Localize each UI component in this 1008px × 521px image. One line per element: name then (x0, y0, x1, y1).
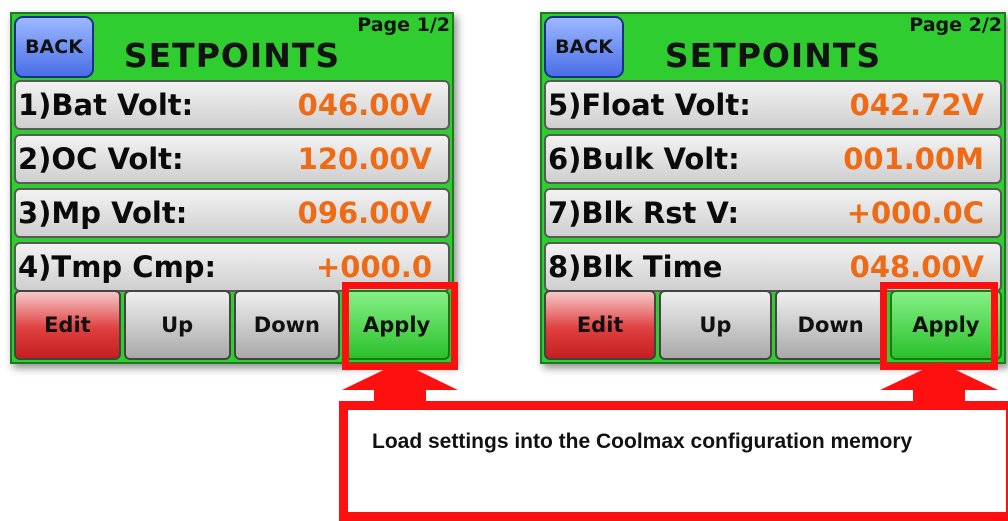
callout-text: Load settings into the Coolmax configura… (372, 430, 913, 453)
setpoint-label: 8)Blk Time (548, 250, 723, 284)
up-button[interactable]: Up (659, 290, 772, 360)
down-button[interactable]: Down (774, 290, 887, 360)
setpoint-row-bulk-volt[interactable]: 6)Bulk Volt: 001.00M (544, 134, 1002, 184)
edit-button[interactable]: Edit (544, 290, 657, 360)
apply-highlight-box (342, 282, 458, 370)
setpoint-label: 5)Float Volt: (548, 88, 751, 122)
down-button[interactable]: Down (233, 290, 341, 360)
setpoint-label: 1)Bat Volt: (18, 88, 194, 122)
setpoint-list: 1)Bat Volt: 046.00V 2)OC Volt: 120.00V 3… (14, 80, 450, 296)
page-indicator: Page 2/2 (909, 14, 1002, 36)
setpoint-value: +000.0C (846, 196, 984, 230)
setpoint-value: +000.0 (315, 250, 432, 284)
setpoint-label: 4)Tmp Cmp: (18, 250, 217, 284)
setpoint-row-oc-volt[interactable]: 2)OC Volt: 120.00V (14, 134, 450, 184)
setpoint-label: 6)Bulk Volt: (548, 142, 740, 176)
setpoint-row-float-volt[interactable]: 5)Float Volt: 042.72V (544, 80, 1002, 130)
apply-highlight-box (880, 282, 998, 370)
setpoint-label: 2)OC Volt: (18, 142, 184, 176)
page-title: SETPOINTS (664, 36, 882, 75)
setpoint-value: 048.00V (849, 250, 984, 284)
setpoint-value: 001.00M (843, 142, 984, 176)
up-button[interactable]: Up (123, 290, 231, 360)
setpoint-list: 5)Float Volt: 042.72V 6)Bulk Volt: 001.0… (544, 80, 1002, 296)
setpoint-value: 046.00V (297, 88, 432, 122)
setpoint-label: 7)Blk Rst V: (548, 196, 740, 230)
setpoint-row-mp-volt[interactable]: 3)Mp Volt: 096.00V (14, 188, 450, 238)
setpoint-value: 096.00V (297, 196, 432, 230)
setpoint-value: 042.72V (849, 88, 984, 122)
page-title: SETPOINTS (123, 36, 341, 75)
setpoint-row-bat-volt[interactable]: 1)Bat Volt: 046.00V (14, 80, 450, 130)
setpoint-label: 3)Mp Volt: (18, 196, 188, 230)
edit-button[interactable]: Edit (14, 290, 121, 360)
setpoint-value: 120.00V (297, 142, 432, 176)
page-indicator: Page 1/2 (357, 14, 450, 36)
callout-box: Load settings into the Coolmax configura… (339, 401, 1008, 521)
setpoint-row-blk-rst-v[interactable]: 7)Blk Rst V: +000.0C (544, 188, 1002, 238)
